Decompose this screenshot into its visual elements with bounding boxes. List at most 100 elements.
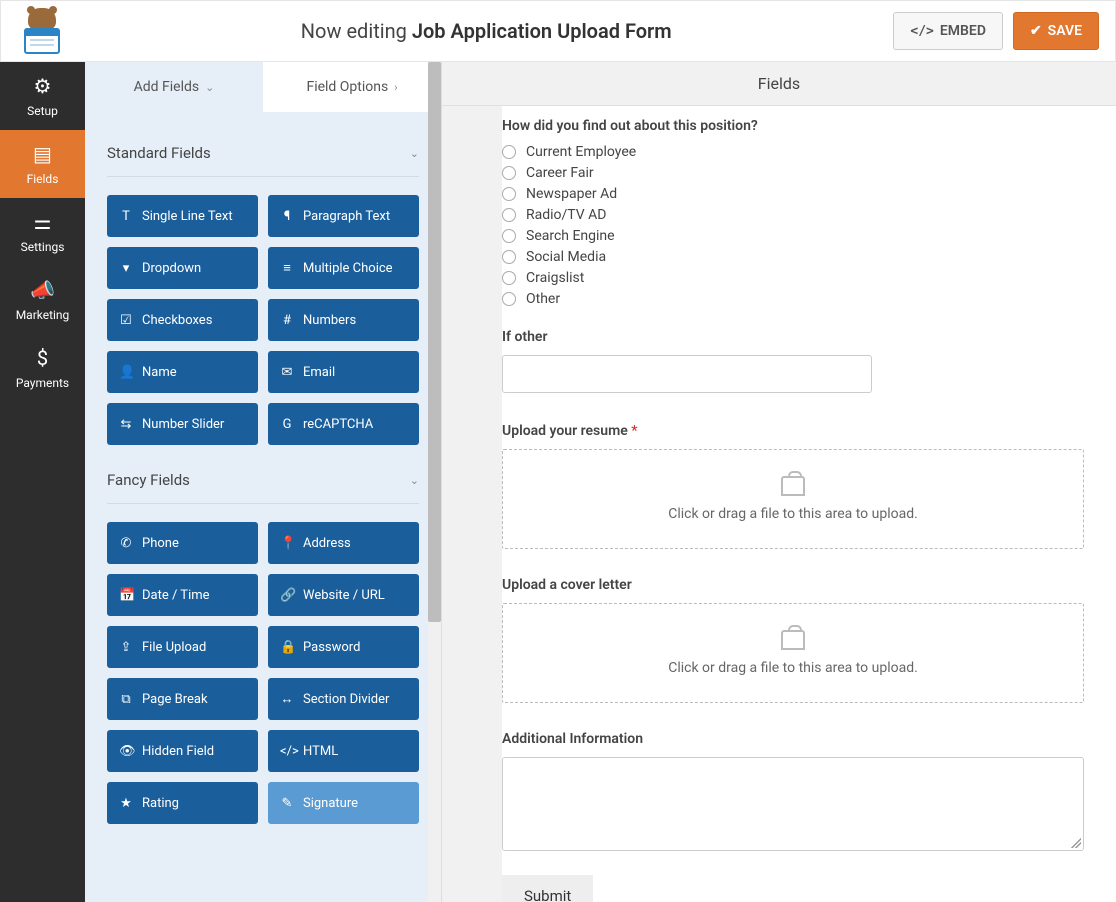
field-label: Multiple Choice — [303, 261, 393, 276]
fancy-field-file-upload[interactable]: ⇪File Upload — [107, 626, 258, 668]
radio-option[interactable]: Craigslist — [502, 270, 1084, 286]
question-additional-label: Additional Information — [502, 731, 1084, 747]
fancy-field-page-break[interactable]: ⧉ Page Break — [107, 678, 258, 720]
radio-icon — [502, 229, 516, 243]
fancy-field-signature[interactable]: ✎Signature — [268, 782, 419, 824]
radio-option[interactable]: Current Employee — [502, 144, 1084, 160]
radio-option[interactable]: Other — [502, 291, 1084, 307]
embed-button[interactable]: </> EMBED — [893, 12, 1003, 50]
field-icon: 📅 — [119, 588, 133, 603]
left-nav: ⚙ Setup ▤ Fields ⚌ Settings 📣 Marketing … — [0, 62, 85, 902]
standard-field-number-slider[interactable]: ⇆Number Slider — [107, 403, 258, 445]
section-standard-fields[interactable]: Standard Fields ⌄ — [107, 130, 419, 177]
standard-field-recaptcha[interactable]: GreCAPTCHA — [268, 403, 419, 445]
standard-field-checkboxes[interactable]: ☑ Checkboxes — [107, 299, 258, 341]
field-icon: 👁 — [119, 744, 133, 759]
standard-field-dropdown[interactable]: ▾Dropdown — [107, 247, 258, 289]
radio-option[interactable]: Radio/TV AD — [502, 207, 1084, 223]
field-icon: ⧉ — [119, 692, 133, 707]
radio-label: Radio/TV AD — [526, 207, 606, 223]
field-label: Page Break — [142, 692, 208, 707]
radio-option[interactable]: Newspaper Ad — [502, 186, 1084, 202]
radio-icon — [502, 187, 516, 201]
field-icon: T — [119, 209, 133, 224]
radio-icon — [502, 271, 516, 285]
radio-option[interactable]: Social Media — [502, 249, 1084, 265]
field-icon: ↔ — [280, 691, 294, 707]
field-icon: ✎ — [280, 796, 294, 811]
fancy-field-phone[interactable]: ✆ Phone — [107, 522, 258, 564]
tab-field-options[interactable]: Field Options › — [263, 62, 441, 112]
cover-upload[interactable]: Click or drag a file to this area to upl… — [502, 603, 1084, 703]
app-logo — [17, 8, 67, 54]
field-label: Checkboxes — [142, 313, 212, 328]
question-cover-label: Upload a cover letter — [502, 577, 1084, 593]
bullhorn-icon: 📣 — [30, 278, 55, 302]
form-icon: ▤ — [33, 142, 52, 166]
nav-payments[interactable]: $ Payments — [0, 334, 85, 402]
other-input[interactable] — [502, 355, 872, 393]
fancy-field-date-time[interactable]: 📅Date / Time — [107, 574, 258, 616]
field-label: Number Slider — [142, 417, 224, 432]
radio-label: Craigslist — [526, 270, 584, 286]
code-icon: </> — [910, 24, 933, 39]
field-icon: ✆ — [119, 536, 133, 551]
save-button[interactable]: ✔ SAVE — [1013, 12, 1099, 50]
field-label: Numbers — [303, 313, 356, 328]
field-label: reCAPTCHA — [303, 417, 373, 432]
field-label: Hidden Field — [142, 744, 214, 759]
question-other-label: If other — [502, 329, 1084, 345]
section-fancy-fields[interactable]: Fancy Fields ⌄ — [107, 457, 419, 504]
upload-icon — [781, 476, 805, 496]
standard-field-name[interactable]: 👤 Name — [107, 351, 258, 393]
fancy-field-rating[interactable]: ★Rating — [107, 782, 258, 824]
fancy-field-section-divider[interactable]: ↔Section Divider — [268, 678, 419, 720]
radio-label: Current Employee — [526, 144, 636, 160]
fancy-field-password[interactable]: 🔒 Password — [268, 626, 419, 668]
field-icon: 🔗 — [280, 588, 294, 603]
field-label: Name — [142, 365, 177, 380]
fancy-field-website-url[interactable]: 🔗Website / URL — [268, 574, 419, 616]
fancy-field-hidden-field[interactable]: 👁 Hidden Field — [107, 730, 258, 772]
top-bar: Now editing Job Application Upload Form … — [0, 0, 1116, 62]
upload-icon — [781, 630, 805, 650]
radio-label: Search Engine — [526, 228, 615, 244]
nav-setup[interactable]: ⚙ Setup — [0, 62, 85, 130]
sliders-icon: ⚌ — [34, 210, 52, 234]
radio-option[interactable]: Search Engine — [502, 228, 1084, 244]
nav-fields[interactable]: ▤ Fields — [0, 130, 85, 198]
radio-option[interactable]: Career Fair — [502, 165, 1084, 181]
standard-field-email[interactable]: ✉ Email — [268, 351, 419, 393]
additional-textarea[interactable] — [502, 757, 1084, 851]
tab-add-fields[interactable]: Add Fields ⌄ — [85, 62, 263, 112]
fancy-field-html[interactable]: </>HTML — [268, 730, 419, 772]
field-icon: ⇪ — [119, 640, 133, 655]
standard-field-paragraph-text[interactable]: ¶Paragraph Text — [268, 195, 419, 237]
fields-panel: Add Fields ⌄ Field Options › Standard Fi… — [85, 62, 442, 902]
field-icon: 👤 — [119, 365, 133, 380]
standard-field-single-line-text[interactable]: TSingle Line Text — [107, 195, 258, 237]
field-icon: 🔒 — [280, 640, 294, 655]
fancy-field-address[interactable]: 📍Address — [268, 522, 419, 564]
radio-icon — [502, 166, 516, 180]
field-icon: ✉ — [280, 365, 294, 380]
standard-field-multiple-choice[interactable]: ≡ Multiple Choice — [268, 247, 419, 289]
radio-label: Career Fair — [526, 165, 594, 181]
nav-marketing[interactable]: 📣 Marketing — [0, 266, 85, 334]
field-icon: ≡ — [280, 260, 294, 276]
field-label: Password — [303, 640, 360, 655]
field-icon: ☑ — [119, 313, 133, 328]
submit-button[interactable]: Submit — [502, 875, 593, 902]
radio-icon — [502, 208, 516, 222]
field-label: Email — [303, 365, 335, 380]
resume-upload[interactable]: Click or drag a file to this area to upl… — [502, 449, 1084, 549]
panel-scrollbar[interactable] — [428, 62, 441, 902]
form-preview: Fields How did you find out about this p… — [442, 62, 1116, 902]
field-label: Phone — [142, 536, 179, 551]
field-icon: ★ — [119, 796, 133, 811]
page-title: Now editing Job Application Upload Form — [79, 19, 893, 43]
chevron-down-icon: ⌄ — [410, 474, 419, 487]
standard-field-numbers[interactable]: #Numbers — [268, 299, 419, 341]
field-icon: ▾ — [119, 261, 133, 276]
nav-settings[interactable]: ⚌ Settings — [0, 198, 85, 266]
